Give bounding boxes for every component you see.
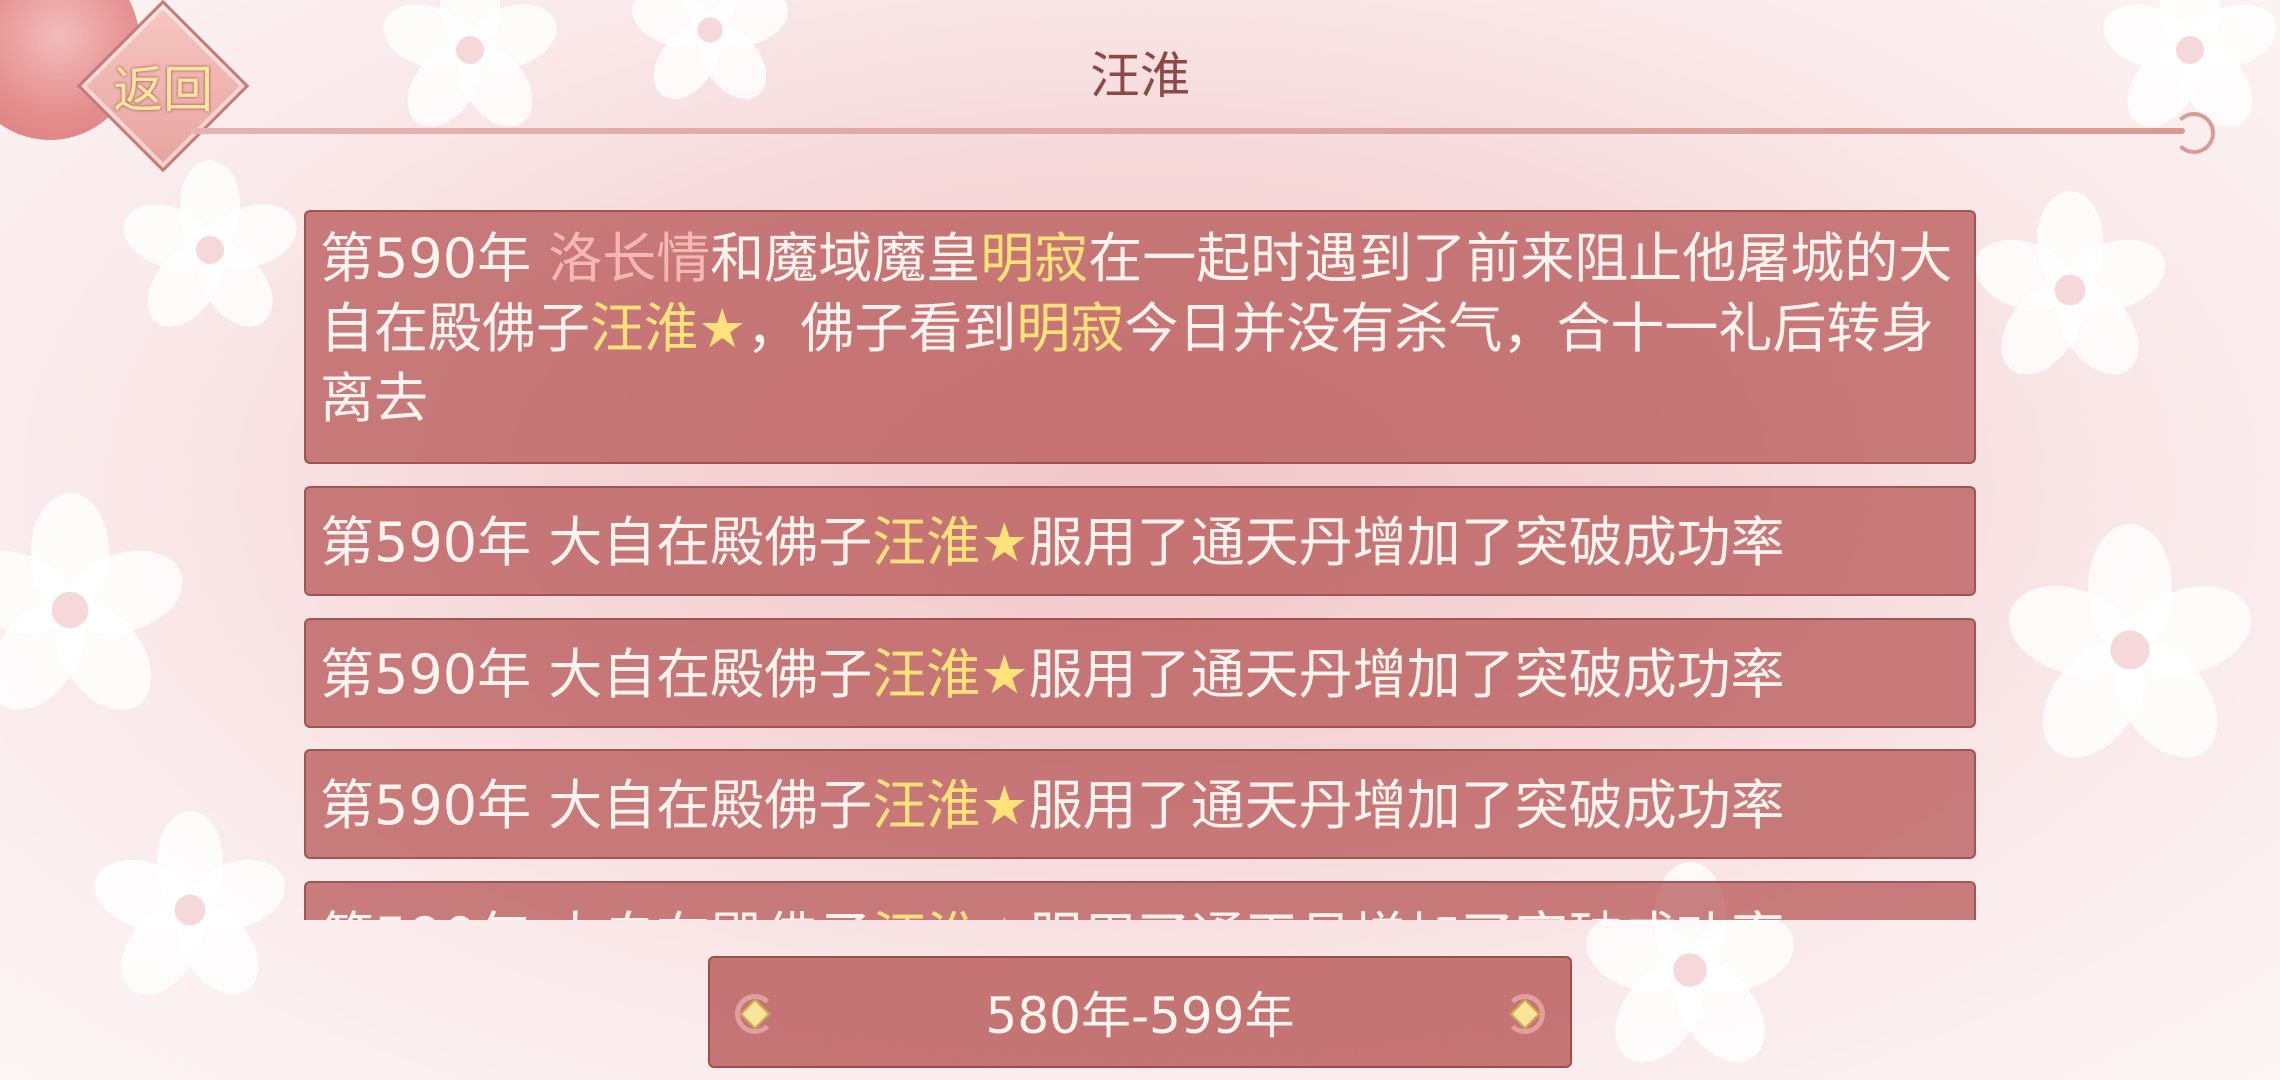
back-button-label: 返回 (113, 61, 213, 119)
character-name: 汪淮★ (872, 511, 1029, 574)
list-item: 第590年 大自在殿佛子汪淮★服用了通天丹增加了突破成功率 (304, 618, 1976, 728)
character-name: 汪淮★ (872, 774, 1029, 837)
list-item: 第590年 大自在殿佛子汪淮★服用了通天丹增加了突破成功率 (304, 749, 1976, 859)
character-name: 汪淮★ (872, 643, 1029, 706)
entry-text: 第590年 (320, 227, 549, 290)
list-item: 第590年 洛长情和魔域魔皇明寂在一起时遇到了前来阻止他屠城的大自在殿佛子汪淮★… (304, 210, 1976, 464)
character-name: 明寂 (1016, 297, 1125, 360)
event-log-list[interactable]: 第590年 洛长情和魔域魔皇明寂在一起时遇到了前来阻止他屠城的大自在殿佛子汪淮★… (304, 168, 1976, 920)
decor-flower-1 (115, 160, 305, 341)
decor-flower-2 (0, 493, 194, 728)
header-divider (190, 112, 2215, 154)
prev-range-button[interactable] (710, 968, 800, 1060)
character-name: 洛长情 (548, 227, 711, 290)
list-item: 第590年 大自在殿佛子汪淮★服用了通天丹增加了突破成功率 (304, 486, 1976, 596)
decor-flower-5 (1965, 191, 2175, 390)
entry-text: 服用了通天丹增加了突破成功率 (1028, 774, 1785, 837)
page-title: 汪淮 (1090, 47, 1190, 105)
decor-flower-6 (1997, 524, 2263, 777)
year-range-label: 580年-599年 (985, 987, 1295, 1045)
entry-text: 第590年 大自在殿佛子 (320, 774, 873, 837)
entry-text: 第590年 大自在殿佛子 (320, 643, 873, 706)
next-range-button[interactable] (1480, 968, 1570, 1060)
character-name: 汪淮★ (872, 906, 1028, 920)
year-range-selector[interactable]: 580年-599年 (708, 956, 1572, 1068)
entry-text: 服用了通天丹增加了突破成功率 (1029, 906, 1785, 920)
character-name: 明寂 (980, 227, 1089, 290)
entry-text: 和魔域魔皇 (710, 227, 981, 290)
entry-text: 服用了通天丹增加了突破成功率 (1028, 643, 1785, 706)
list-item: 第590年 大自在殿佛子汪淮★服用了通天丹增加了突破成功率 (304, 881, 1976, 920)
entry-text: 第590年 大自在殿佛子 (320, 511, 873, 574)
entry-text: 服用了通天丹增加了突破成功率 (1028, 511, 1785, 574)
entry-text: ，佛子看到 (746, 297, 1017, 360)
entry-text: 第590年 大自在殿佛子 (320, 906, 872, 920)
decor-flower-8 (85, 811, 295, 1010)
character-name: 汪淮★ (590, 297, 747, 360)
